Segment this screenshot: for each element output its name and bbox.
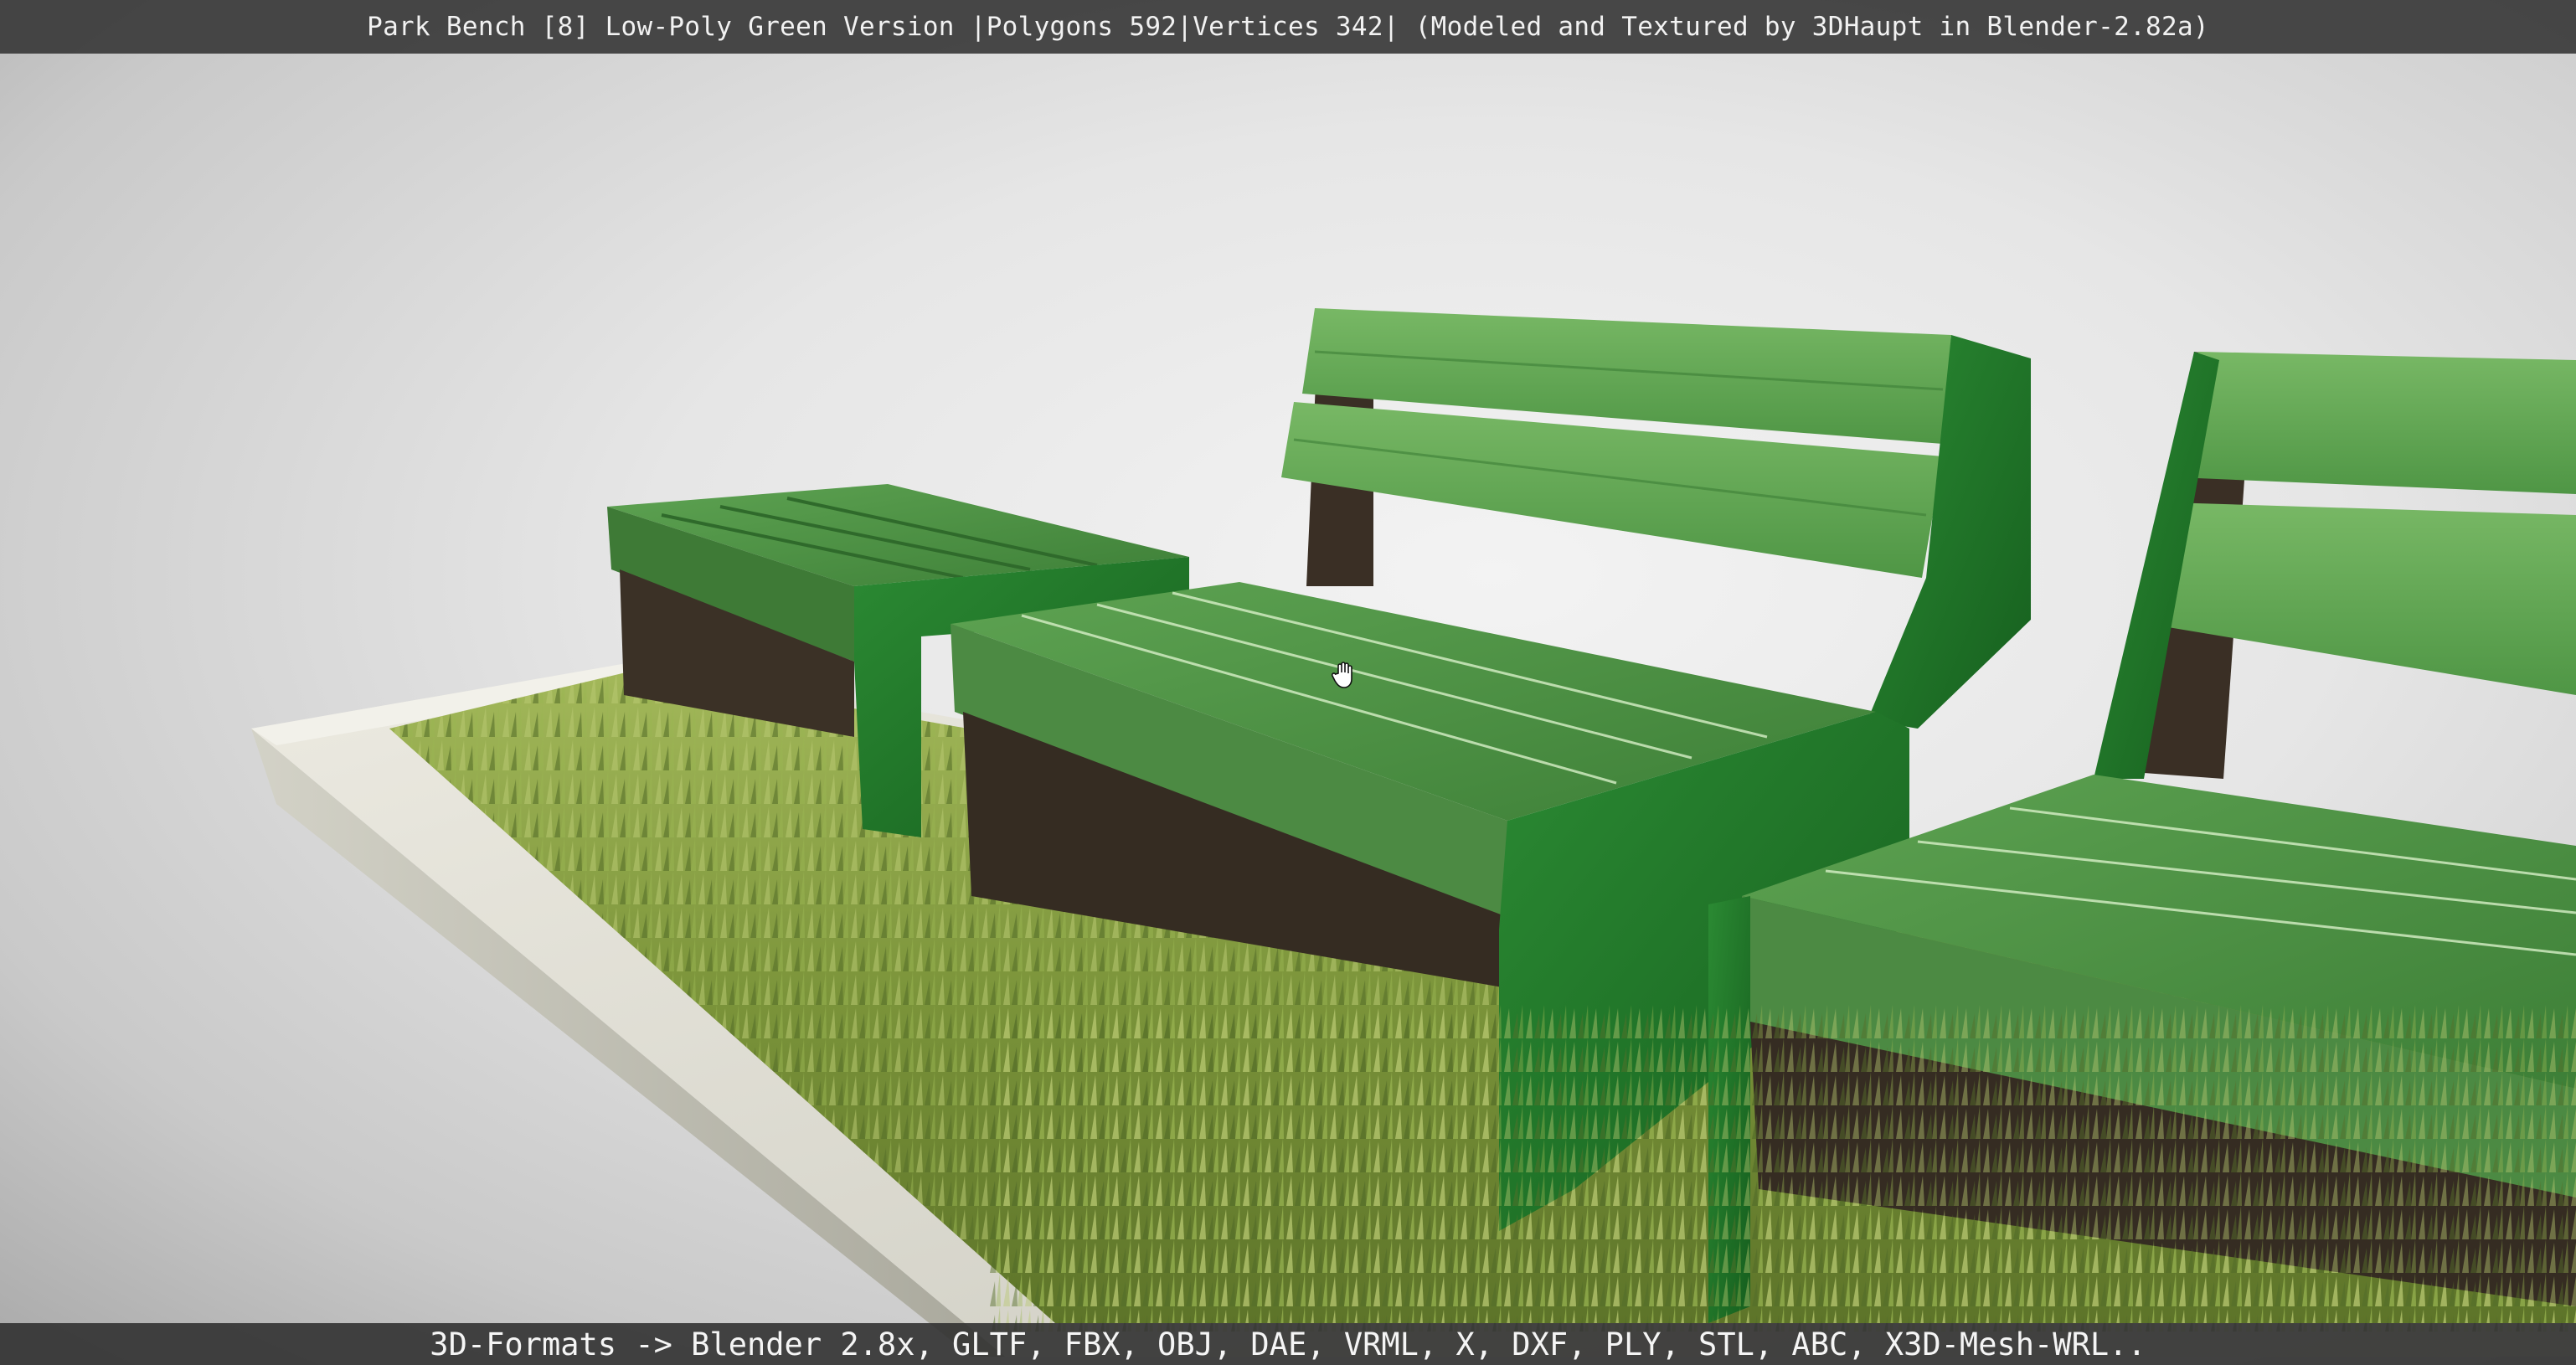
title-bar: Park Bench [8] Low-Poly Green Version |P… [0, 0, 2576, 54]
formats-list: 3D-Formats -> Blender 2.8x, GLTF, FBX, O… [430, 1326, 2146, 1362]
3d-scene-render[interactable] [0, 0, 2576, 1365]
model-title: Park Bench [8] Low-Poly Green Version |P… [367, 12, 2209, 42]
hand-grab-cursor-icon [1332, 662, 1352, 688]
model-viewer[interactable]: Park Bench [8] Low-Poly Green Version |P… [0, 0, 2576, 1365]
foreground-grass [988, 1005, 2576, 1332]
formats-bar: 3D-Formats -> Blender 2.8x, GLTF, FBX, O… [0, 1323, 2576, 1365]
